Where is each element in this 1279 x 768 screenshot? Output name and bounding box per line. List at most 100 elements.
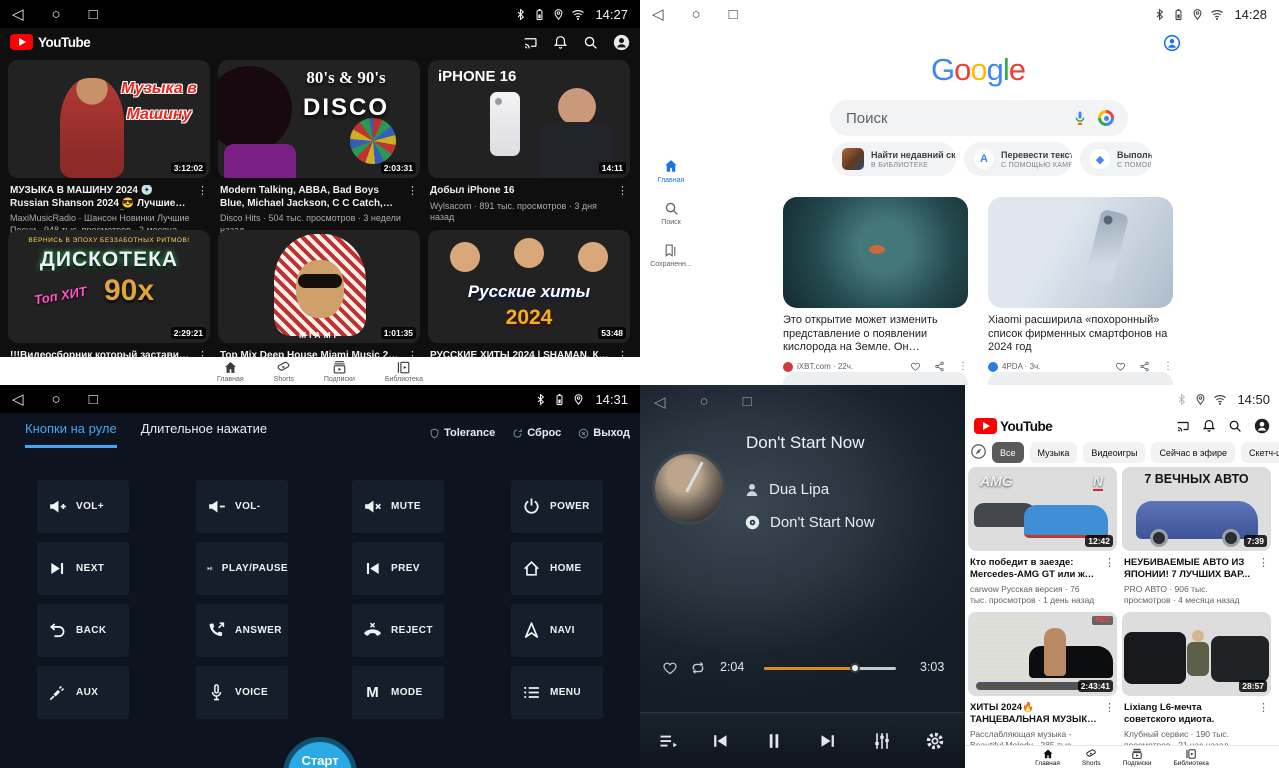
- key-button-answer[interactable]: ANSWER: [196, 604, 288, 657]
- more-icon[interactable]: ⋮: [617, 185, 628, 224]
- key-button-prev[interactable]: PREV: [352, 542, 444, 595]
- video-title[interactable]: ХИТЫ 2024🔥 ТАНЦЕВАЛЬНАЯ МУЗЫКА🔥 СБОРНИК …: [970, 702, 1098, 726]
- video-thumbnail[interactable]: ВЕРНИСЬ В ЭПОХУ БЕЗЗАБОТНЫХ РИТМОВ! ДИСК…: [8, 230, 210, 343]
- android-home-button[interactable]: ○: [700, 393, 709, 411]
- video-card[interactable]: Русские хиты 2024 53:48 РУССКИЕ ХИТЫ 202…: [428, 230, 630, 363]
- rail-item-home[interactable]: Главная: [658, 158, 685, 184]
- android-recents-button[interactable]: □: [89, 7, 98, 22]
- android-back-button[interactable]: ◁: [12, 392, 24, 407]
- tab-wheel-keys[interactable]: Кнопки на руле: [25, 421, 117, 448]
- video-card[interactable]: MIAMI 1:01:35 Top Mix Deep House Miami M…: [218, 230, 420, 363]
- android-home-button[interactable]: ○: [52, 392, 61, 407]
- video-title[interactable]: Добыл iPhone 16: [430, 185, 611, 198]
- settings-gear-icon[interactable]: [925, 731, 945, 751]
- key-button-mode[interactable]: MMODE: [352, 666, 444, 719]
- video-thumbnail[interactable]: AMG N 12:42: [968, 467, 1117, 551]
- exit-button[interactable]: Выход: [578, 427, 630, 439]
- video-card[interactable]: ВЕРНИСЬ В ЭПОХУ БЕЗЗАБОТНЫХ РИТМОВ! ДИСК…: [8, 230, 210, 363]
- nav-tab-subscriptions[interactable]: Подписки: [1123, 748, 1152, 767]
- more-icon[interactable]: ⋮: [197, 185, 208, 236]
- nav-tab-subscriptions[interactable]: Подписки: [324, 360, 355, 383]
- repeat-icon[interactable]: [690, 660, 706, 676]
- android-back-button[interactable]: ◁: [12, 7, 24, 22]
- voice-search-icon[interactable]: [1072, 110, 1088, 126]
- key-button-voldown[interactable]: VOL-: [196, 480, 288, 533]
- video-thumbnail[interactable]: Русские хиты 2024 53:48: [428, 230, 630, 343]
- video-thumbnail[interactable]: 28:57: [1122, 612, 1271, 696]
- google-lens-icon[interactable]: [1098, 110, 1114, 126]
- youtube-logo-text[interactable]: YouTube: [1000, 419, 1052, 434]
- key-button-power[interactable]: POWER: [511, 480, 603, 533]
- key-button-navi[interactable]: NAVI: [511, 604, 603, 657]
- video-thumbnail[interactable]: MIAMI 1:01:35: [218, 230, 420, 343]
- nav-tab-library[interactable]: Библиотека: [1174, 748, 1209, 767]
- more-icon[interactable]: ⋮: [1104, 557, 1115, 606]
- avatar[interactable]: [1254, 418, 1270, 434]
- previous-icon[interactable]: [710, 731, 730, 751]
- search-icon[interactable]: [583, 35, 598, 50]
- video-card[interactable]: REC 2:43:41 ХИТЫ 2024🔥 ТАНЦЕВАЛЬНАЯ МУЗЫ…: [968, 612, 1117, 751]
- news-image[interactable]: [988, 197, 1173, 308]
- android-home-button[interactable]: ○: [52, 7, 61, 22]
- reset-button[interactable]: Сброс: [512, 427, 561, 439]
- key-button-reject[interactable]: REJECT: [352, 604, 444, 657]
- key-button-mute[interactable]: MUTE: [352, 480, 444, 533]
- share-icon[interactable]: [1139, 361, 1150, 372]
- nav-tab-shorts[interactable]: Shorts: [1082, 748, 1101, 767]
- youtube-logo-icon[interactable]: [10, 34, 33, 50]
- video-card[interactable]: AMG N 12:42 Кто победит в заезде: Merced…: [968, 467, 1117, 606]
- video-thumbnail[interactable]: 80's & 90's DISCO 2:03:31: [218, 60, 420, 178]
- more-icon[interactable]: ⋮: [1163, 361, 1173, 373]
- cast-icon[interactable]: [1176, 419, 1190, 433]
- more-icon[interactable]: ⋮: [958, 361, 968, 373]
- chip-assistant[interactable]: ◆ ВыполниС ПОМОЩ: [1080, 142, 1152, 176]
- chip-sketch[interactable]: Скетч-шоу: [1241, 442, 1279, 463]
- key-button-home[interactable]: HOME: [511, 542, 603, 595]
- notifications-icon[interactable]: [1202, 419, 1216, 433]
- equalizer-icon[interactable]: [872, 731, 892, 751]
- chip-find-screenshot[interactable]: Найти недавний скриншотВ БИБЛИОТЕКЕ: [832, 142, 956, 176]
- chip-gaming[interactable]: Видеоигры: [1083, 442, 1145, 463]
- like-icon[interactable]: [1115, 361, 1126, 372]
- video-title[interactable]: Modern Talking, ABBA, Bad Boys Blue, Mic…: [220, 185, 401, 210]
- share-icon[interactable]: [934, 361, 945, 372]
- cast-icon[interactable]: [523, 35, 538, 50]
- more-icon[interactable]: ⋮: [1104, 702, 1115, 751]
- key-button-menu[interactable]: MENU: [511, 666, 603, 719]
- video-card[interactable]: 7 ВЕЧНЫХ АВТО 7:39 НЕУБИВАЕМЫЕ АВТО ИЗ Я…: [1122, 467, 1271, 606]
- search-icon[interactable]: [1228, 419, 1242, 433]
- key-button-back[interactable]: BACK: [37, 604, 129, 657]
- chip-translate[interactable]: A Перевести текстС ПОМОЩЬЮ КАМЕРЫ: [964, 142, 1072, 176]
- avatar[interactable]: [613, 34, 630, 51]
- rail-item-saved[interactable]: Сохраненн...: [650, 243, 691, 268]
- video-title[interactable]: МУЗЫКА В МАШИНУ 2024 💿 Russian Shanson 2…: [10, 185, 191, 210]
- key-button-aux[interactable]: AUX: [37, 666, 129, 719]
- video-title[interactable]: Lixiang L6-мечта советского идиота.: [1124, 702, 1252, 726]
- video-card[interactable]: iPHONE 16 14:11 Добыл iPhone 16 Wylsacom…: [428, 60, 630, 224]
- video-thumbnail[interactable]: 7 ВЕЧНЫХ АВТО 7:39: [1122, 467, 1271, 551]
- account-icon[interactable]: [1163, 34, 1181, 52]
- rail-item-search[interactable]: Поиск: [661, 201, 680, 226]
- queue-icon[interactable]: [658, 731, 678, 751]
- chip-music[interactable]: Музыка: [1030, 442, 1078, 463]
- android-back-button[interactable]: ◁: [652, 7, 664, 22]
- nav-tab-home[interactable]: Главная: [1035, 748, 1060, 767]
- chip-all[interactable]: Все: [992, 442, 1024, 463]
- more-icon[interactable]: ⋮: [407, 185, 418, 236]
- nav-tab-home[interactable]: Главная: [217, 360, 244, 383]
- news-card[interactable]: Это открытие может изменить представлени…: [783, 197, 968, 373]
- news-title[interactable]: Xiaomi расширила «похоронный» список фир…: [988, 314, 1173, 355]
- more-icon[interactable]: ⋮: [1258, 702, 1269, 751]
- video-title[interactable]: НЕУБИВАЕМЫЕ АВТО ИЗ ЯПОНИИ! 7 ЛУЧШИХ ВАР…: [1124, 557, 1252, 581]
- pause-icon[interactable]: [764, 731, 784, 751]
- video-card[interactable]: 28:57 Lixiang L6-мечта советского идиота…: [1122, 612, 1271, 751]
- android-recents-button[interactable]: □: [729, 7, 738, 22]
- explore-compass-icon[interactable]: [970, 443, 987, 460]
- seek-bar[interactable]: [764, 667, 896, 670]
- search-bar[interactable]: [830, 100, 1128, 136]
- key-button-next[interactable]: NEXT: [37, 542, 129, 595]
- news-image[interactable]: [783, 197, 968, 308]
- news-title[interactable]: Это открытие может изменить представлени…: [783, 314, 968, 355]
- like-icon[interactable]: [910, 361, 921, 372]
- android-recents-button[interactable]: □: [743, 393, 752, 411]
